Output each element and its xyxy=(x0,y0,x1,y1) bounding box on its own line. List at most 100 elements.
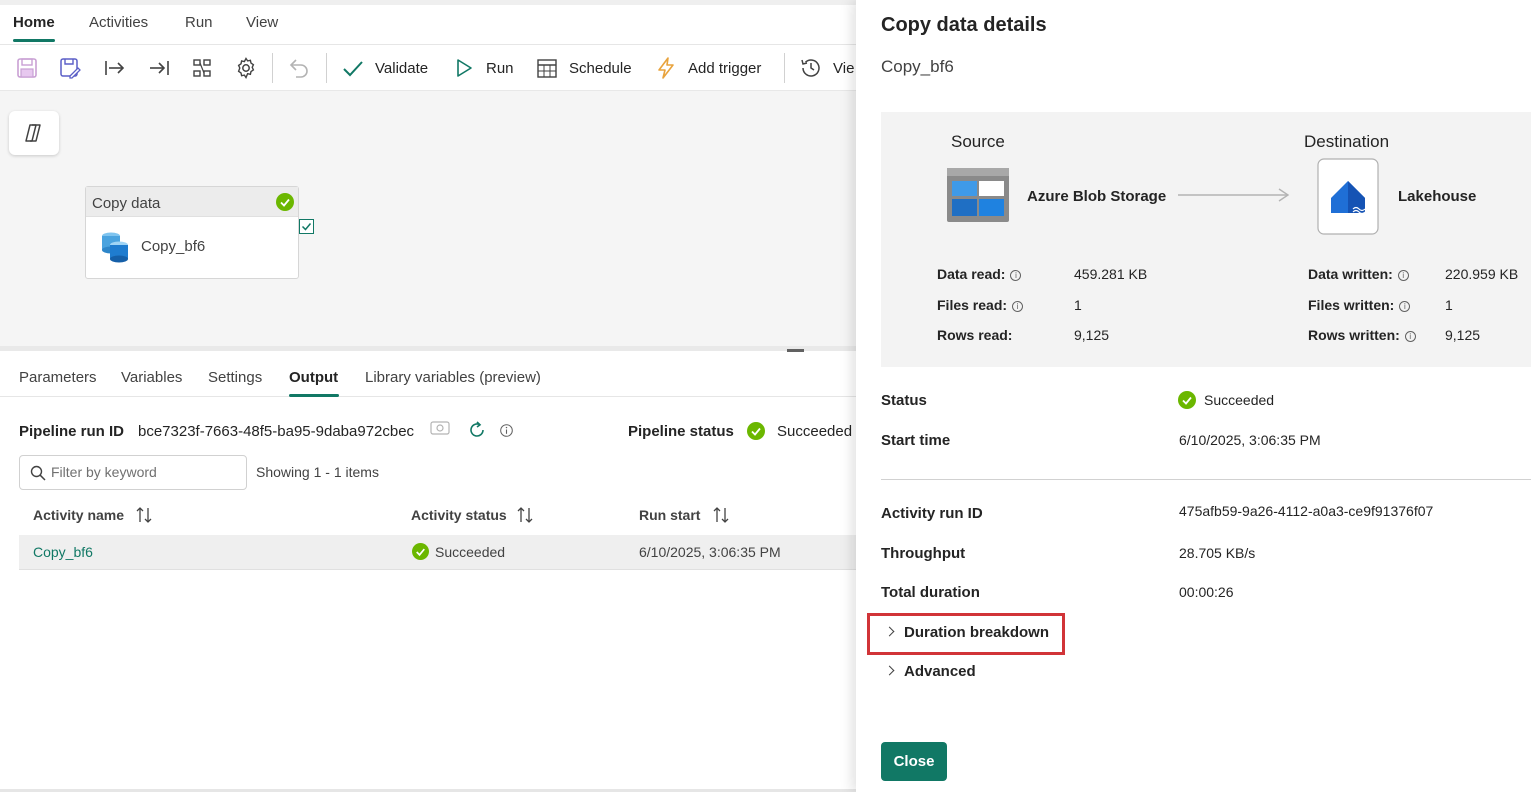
success-check-icon xyxy=(276,193,294,211)
undo-icon[interactable] xyxy=(287,56,311,80)
advanced-label: Advanced xyxy=(904,663,976,680)
destination-heading: Destination xyxy=(1304,132,1390,151)
sort-icon[interactable] xyxy=(135,506,153,524)
run-button[interactable]: Run xyxy=(486,60,514,77)
source-destination-summary: Source Destination Azure Blob Storage La… xyxy=(881,112,1531,367)
refresh-icon[interactable] xyxy=(467,420,487,440)
throughput-label: Throughput xyxy=(881,545,966,562)
save-as-icon[interactable] xyxy=(58,56,82,80)
copy-database-icon xyxy=(102,232,128,263)
search-icon xyxy=(30,465,46,481)
checkmark-icon[interactable] xyxy=(341,56,365,80)
column-activity-status[interactable]: Activity status xyxy=(411,507,507,523)
data-written-label: Data written: i xyxy=(1308,266,1409,282)
status-value: Succeeded xyxy=(1204,392,1275,408)
rows-read-label: Rows read: xyxy=(937,327,1013,343)
sort-icon[interactable] xyxy=(516,506,534,524)
files-written-label: Files written: i xyxy=(1308,297,1411,313)
play-icon[interactable] xyxy=(452,56,476,80)
total-duration-label: Total duration xyxy=(881,584,980,601)
view-run-history-button[interactable]: Vie xyxy=(833,60,854,77)
activity-select-checkbox[interactable] xyxy=(299,219,314,234)
row-activity-status: Succeeded xyxy=(435,544,506,560)
calendar-icon[interactable] xyxy=(535,56,559,80)
info-icon[interactable]: i xyxy=(1012,301,1024,312)
rows-read-value: 9,125 xyxy=(1074,327,1110,343)
throughput-value: 28.705 KB/s xyxy=(1179,545,1256,561)
rows-written-label: Rows written: i xyxy=(1308,327,1416,343)
pipeline-status-label: Pipeline status xyxy=(628,423,734,440)
section-divider xyxy=(881,479,1531,480)
data-written-label-text: Data written: xyxy=(1308,266,1393,282)
azure-blob-storage-icon xyxy=(947,168,1009,222)
app-root: Home Activities Run View Validate Run Sc… xyxy=(0,0,1531,792)
auto-layout-icon[interactable] xyxy=(190,56,214,80)
toolbar-separator xyxy=(272,53,273,83)
data-read-label-text: Data read: xyxy=(937,266,1006,282)
output-panel-tabs: Parameters Variables Settings Output Lib… xyxy=(0,351,856,397)
move-to-icon[interactable] xyxy=(103,56,127,80)
filter-box[interactable] xyxy=(19,455,247,490)
info-icon[interactable]: i xyxy=(1404,331,1416,342)
start-time-label: Start time xyxy=(881,432,951,449)
tab-output[interactable]: Output xyxy=(289,369,338,386)
activity-type-label: Copy data xyxy=(92,195,161,212)
sort-icon[interactable] xyxy=(712,506,730,524)
rows-written-value: 9,125 xyxy=(1445,327,1481,343)
source-name: Azure Blob Storage xyxy=(1027,188,1167,205)
panel-subtitle: Copy_bf6 xyxy=(881,57,954,76)
tab-variables[interactable]: Variables xyxy=(121,369,182,386)
copy-icon[interactable] xyxy=(430,421,450,435)
active-tab-indicator xyxy=(289,394,339,397)
row-activity-name-link[interactable]: Copy_bf6 xyxy=(33,544,93,560)
tab-run[interactable]: Run xyxy=(185,14,213,31)
files-written-value: 1 xyxy=(1445,297,1453,313)
tab-view[interactable]: View xyxy=(246,14,278,31)
tab-settings[interactable]: Settings xyxy=(208,369,262,386)
info-icon[interactable]: i xyxy=(1010,270,1022,281)
activity-name: Copy_bf6 xyxy=(141,238,206,255)
files-read-label-text: Files read: xyxy=(937,297,1008,313)
advanced-expander[interactable]: Advanced xyxy=(884,663,976,680)
data-read-value: 459.281 KB xyxy=(1074,266,1148,282)
arrow-right-icon xyxy=(1178,188,1290,202)
tab-library-variables[interactable]: Library variables (preview) xyxy=(365,369,541,386)
active-tab-indicator xyxy=(13,39,55,42)
move-to-end-icon[interactable] xyxy=(147,56,171,80)
start-time-value: 6/10/2025, 3:06:35 PM xyxy=(1179,432,1321,448)
pipeline-run-id-label: Pipeline run ID xyxy=(19,423,125,440)
files-read-value: 1 xyxy=(1074,297,1082,313)
history-icon[interactable] xyxy=(799,56,823,80)
chevron-right-icon xyxy=(884,665,895,676)
status-label: Status xyxy=(881,392,927,409)
copy-data-activity[interactable]: Copy data Copy_bf6 xyxy=(85,186,299,279)
copy-data-details-panel: Copy data details Copy_bf6 Source Destin… xyxy=(856,0,1531,792)
copilot-icon xyxy=(25,124,41,142)
lightning-icon[interactable] xyxy=(654,56,678,80)
tab-parameters[interactable]: Parameters xyxy=(19,369,97,386)
schedule-button[interactable]: Schedule xyxy=(569,60,632,77)
copilot-button[interactable] xyxy=(9,111,59,155)
tab-activities[interactable]: Activities xyxy=(89,14,148,31)
success-check-icon xyxy=(412,543,429,560)
gear-icon[interactable] xyxy=(234,56,258,80)
column-run-start[interactable]: Run start xyxy=(639,507,700,523)
save-icon[interactable] xyxy=(15,56,39,80)
row-run-start: 6/10/2025, 3:06:35 PM xyxy=(639,544,781,560)
activity-run-id-label: Activity run ID xyxy=(881,505,983,522)
data-read-label: Data read: i xyxy=(937,266,1022,282)
source-heading: Source xyxy=(951,132,1005,151)
add-trigger-button[interactable]: Add trigger xyxy=(688,60,761,77)
tab-home[interactable]: Home xyxy=(13,14,55,31)
pipeline-canvas[interactable]: Copy data Copy_bf6 xyxy=(0,90,856,346)
menu-tabs: Home Activities Run View xyxy=(0,5,856,42)
info-icon[interactable] xyxy=(500,424,513,437)
activity-run-id-value: 475afb59-9a26-4112-a0a3-ce9f91376f07 xyxy=(1179,503,1434,519)
column-activity-name[interactable]: Activity name xyxy=(33,507,124,523)
files-written-label-text: Files written: xyxy=(1308,297,1395,313)
info-icon[interactable]: i xyxy=(1397,270,1409,281)
close-button[interactable]: Close xyxy=(881,742,947,781)
filter-input[interactable] xyxy=(51,464,241,480)
info-icon[interactable]: i xyxy=(1399,301,1411,312)
validate-button[interactable]: Validate xyxy=(375,60,428,77)
